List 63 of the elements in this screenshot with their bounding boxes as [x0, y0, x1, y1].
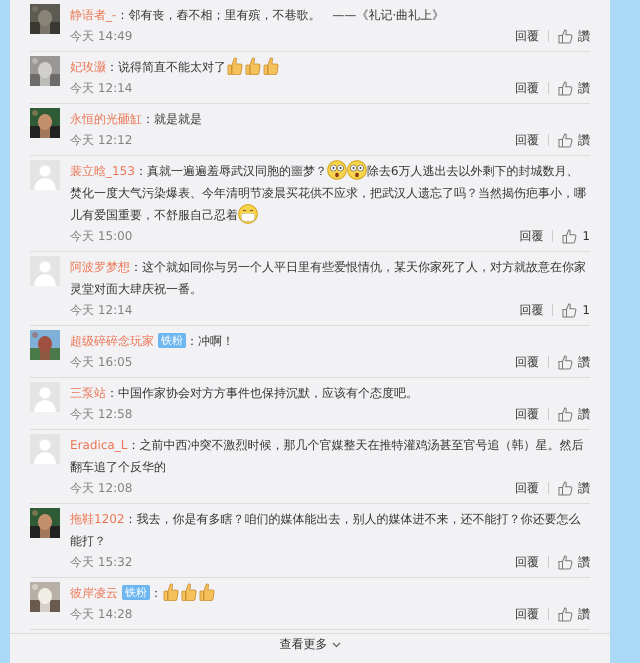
comment-time: 今天 12:14: [70, 80, 134, 96]
show-more-button[interactable]: 查看更多: [280, 636, 340, 653]
comment-text: 阿波罗梦想：这个就如同你与另一个人平日里有些爱恨情仇，某天你家死了人，对方就故意在你家灵堂对面大肆庆祝一番。: [70, 259, 587, 298]
comment-text: 静语者_-：邻有丧，舂不相；里有殡，不巷歌。 ——《礼记·曲礼上》: [70, 7, 446, 24]
thumbs-up-icon: [227, 57, 243, 75]
thumbs-up-icon: [558, 28, 573, 44]
like-button[interactable]: 讚: [558, 354, 590, 370]
thumbs-up-icon: [163, 583, 179, 601]
thumbs-up-icon: [181, 583, 197, 601]
comment-time: 今天 12:12: [70, 132, 134, 148]
comment-text: Eradica_L：之前中西冲突不激烈时候，那几个官媒整天在推特灌鸡汤甚至官号追（韩）星。然后翻车追了个反华的: [70, 437, 584, 476]
reply-button[interactable]: 回覆: [515, 406, 539, 422]
thumbs-up-icon: [562, 228, 578, 244]
thumbs-up-icon: [558, 132, 573, 148]
reply-button[interactable]: 回覆: [515, 480, 539, 496]
reply-button[interactable]: 回覆: [519, 302, 544, 318]
like-button[interactable]: 1: [562, 228, 590, 244]
reply-button[interactable]: 回覆: [515, 554, 539, 570]
chevron-down-icon: [332, 642, 340, 648]
comment-time: 今天 16:05: [70, 354, 134, 370]
comment-time: 今天 14:49: [70, 28, 134, 44]
like-button[interactable]: 讚: [558, 606, 590, 622]
comment-text: 永恒的光砸缸：就是就是: [70, 111, 203, 128]
reply-button[interactable]: 回覆: [515, 80, 539, 96]
comment-text: 裴立晗_153：真就一遍遍羞辱武汉同胞的噩梦？ 除去6万人逃出去以外剩下的封城数月、焚化一度大气污染爆表、今年清明节凌晨买花供不应求，把武汉人遗忘了吗？当然揭伤疤事小，哪儿有爱国重要，不舒服自己忍着: [70, 160, 590, 226]
comment-text: 妃玫灏：说得简直不能太对了: [70, 56, 590, 78]
like-button[interactable]: 讚: [558, 554, 590, 570]
shocked-face-icon: [326, 160, 347, 180]
comment-text: 拖鞋1202：我去，你是有多瞎？咱们的媒体能出去，别人的媒体进不来，还不能打？你还要怎么能打？: [70, 511, 582, 550]
comment-time: 今天 15:32: [70, 554, 134, 570]
comment-time: 今天 15:00: [70, 228, 134, 244]
comment-text: 超级碎碎念玩家 铁粉 ：冲啊！: [70, 332, 235, 350]
like-button[interactable]: 讚: [558, 406, 590, 422]
shocked-face-icon: [346, 160, 367, 180]
thumbs-up-icon: [199, 583, 215, 601]
fan-badge: 铁粉: [158, 333, 186, 348]
thumbs-up-icon: [558, 480, 573, 496]
fan-badge: 铁粉: [122, 585, 150, 600]
thumbs-up-icon: [558, 406, 573, 422]
mask-face-icon: [238, 204, 258, 224]
comment-text: 三泵站：中国作家协会对方方事件也保持沉默，应该有个态度吧。: [70, 385, 419, 402]
thumbs-up-icon: [245, 57, 261, 75]
like-button[interactable]: 讚: [558, 28, 590, 44]
reply-button[interactable]: 回覆: [515, 28, 539, 44]
like-button[interactable]: 讚: [558, 80, 590, 96]
thumbs-up-icon: [558, 354, 573, 370]
comment-time: 今天 14:28: [70, 606, 134, 622]
comment-time: 今天 12:14: [70, 302, 134, 318]
reply-button[interactable]: 回覆: [519, 228, 544, 244]
like-button[interactable]: 讚: [558, 480, 590, 496]
reply-button[interactable]: 回覆: [515, 132, 539, 148]
reply-button[interactable]: 回覆: [515, 606, 539, 622]
thumbs-up-icon: [558, 80, 573, 96]
comment-time: 今天 12:58: [70, 406, 134, 422]
like-button[interactable]: 讚: [558, 132, 590, 148]
thumbs-up-icon: [562, 302, 578, 318]
reply-button[interactable]: 回覆: [515, 354, 539, 370]
comment-text: 彼岸凌云 铁粉 ：: [70, 582, 590, 604]
thumbs-up-icon: [558, 554, 573, 570]
thumbs-up-icon: [558, 606, 573, 622]
like-button[interactable]: 1: [562, 302, 590, 318]
thumbs-up-icon: [263, 57, 279, 75]
comment-time: 今天 12:08: [70, 480, 134, 496]
